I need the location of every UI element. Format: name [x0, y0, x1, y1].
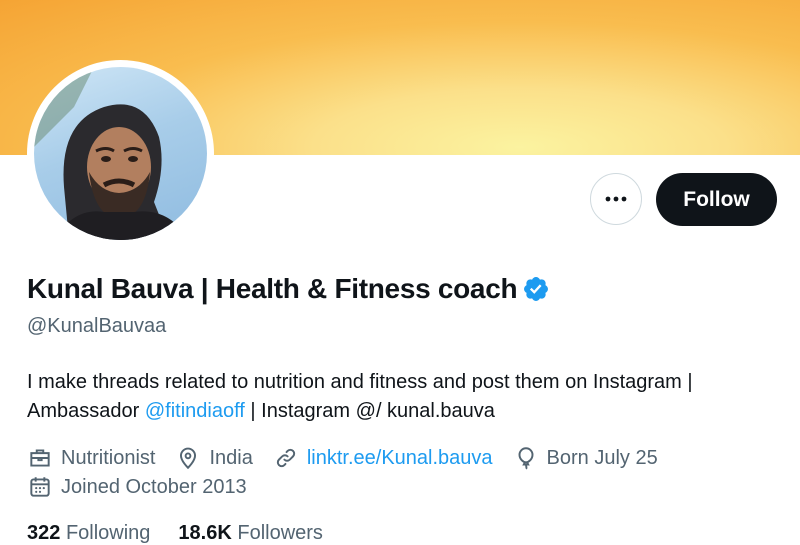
birthday-text: Born July 25: [546, 446, 658, 469]
briefcase-icon: [30, 449, 50, 467]
bio-mention-link[interactable]: @fitindiaoff: [145, 400, 245, 422]
verified-badge-icon[interactable]: [522, 275, 550, 303]
following-label: Following: [65, 522, 151, 544]
profile-name: Kunal Bauva | Health & Fitness coach: [27, 273, 518, 304]
profile-handle: @KunalBauvaa: [27, 315, 167, 337]
calendar-icon: [30, 477, 50, 497]
following-stat[interactable]: 322 Following: [27, 522, 150, 545]
meta-location: India: [175, 445, 253, 471]
profession-text: Nutritionist: [61, 446, 156, 469]
bio-text-2: | Instagram @/ kunal.bauva: [244, 400, 495, 422]
followers-count: 18.6K: [178, 522, 232, 544]
meta-website[interactable]: linktr.ee/Kunal.bauva: [273, 445, 493, 471]
followers-label: Followers: [237, 522, 323, 544]
follow-button[interactable]: Follow: [656, 173, 777, 226]
meta-joined: Joined October 2013: [27, 474, 247, 500]
more-options-button[interactable]: [590, 173, 642, 225]
profile-stats: 322 Following 18.6K Followers: [27, 522, 351, 545]
avatar[interactable]: [34, 67, 207, 240]
website-link[interactable]: linktr.ee/Kunal.bauva: [307, 447, 493, 470]
meta-birthday: Born July 25: [513, 445, 658, 471]
profile-name-row: Kunal Bauva | Health & Fitness coach: [27, 273, 550, 305]
meta-profession: Nutritionist: [27, 445, 155, 471]
balloon-icon: [518, 447, 534, 470]
more-horizontal-icon: [605, 196, 627, 202]
followers-stat[interactable]: 18.6K Followers: [178, 522, 323, 545]
location-text: India: [209, 446, 253, 469]
following-count: 322: [27, 522, 61, 544]
link-icon: [276, 448, 295, 468]
location-pin-icon: [180, 447, 197, 470]
joined-text: Joined October 2013: [61, 475, 247, 498]
profile-meta-row: Nutritionist India linktr.ee/Kunal.bauva…: [27, 445, 678, 471]
profile-bio: I make threads related to nutrition and …: [27, 368, 767, 426]
profile-meta-row-2: Joined October 2013: [27, 474, 267, 500]
